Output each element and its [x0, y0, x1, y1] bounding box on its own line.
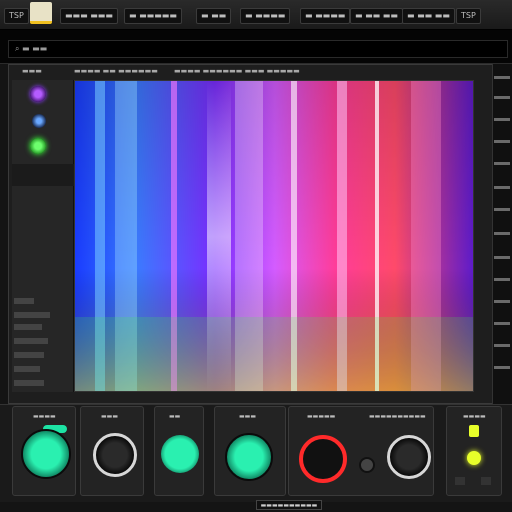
menu-item-3[interactable]: ▬ ▬▬	[196, 8, 232, 24]
status-label: ▬▬▬▬▬▬▬▬▬▬	[256, 500, 322, 510]
right-line	[494, 256, 510, 259]
volume-knob[interactable]	[387, 435, 431, 479]
small-knob[interactable]	[359, 457, 375, 473]
module-3-label: ▬▬	[169, 413, 181, 420]
module-6: ▬▬▬▬	[446, 406, 502, 496]
menu-item-0[interactable]: TSP	[4, 8, 29, 24]
toolbar: ▬▬▬ ▬▬▬▬ ▬▬ ▬▬▬▬▬▬ ▬▬▬▬ ▬▬▬▬▬▬ ▬▬▬ ▬▬▬▬▬	[14, 64, 494, 80]
small-switch[interactable]	[455, 477, 465, 485]
right-line	[494, 96, 510, 99]
menu-item-8[interactable]: TSP	[456, 8, 481, 24]
left-line	[14, 312, 50, 318]
right-line	[494, 300, 510, 303]
left-line	[14, 298, 34, 304]
right-line	[494, 118, 510, 121]
small-switch[interactable]	[481, 477, 491, 485]
left-line	[14, 366, 40, 372]
filter-knob-cyan[interactable]	[225, 433, 273, 481]
module-4: ▬▬▬	[214, 406, 286, 496]
right-line	[494, 366, 510, 369]
menu-item-5[interactable]: ▬ ▬▬▬▬	[300, 8, 351, 24]
right-line	[494, 278, 510, 281]
app-logo-icon[interactable]	[30, 2, 52, 24]
record-knob-red[interactable]	[299, 435, 347, 483]
right-line	[494, 208, 510, 211]
left-panel	[12, 80, 74, 392]
menu-item-4[interactable]: ▬ ▬▬▬▬	[240, 8, 291, 24]
right-line	[494, 322, 510, 325]
module-1-label: ▬▬▬▬	[33, 413, 56, 420]
spectrum-visualizer[interactable]	[74, 80, 474, 392]
menu-item-6[interactable]: ▬ ▬▬ ▬▬	[350, 8, 403, 24]
module-5: ▬▬▬▬▬ ▬▬▬▬▬▬▬▬▬▬	[288, 406, 434, 496]
module-4-label: ▬▬▬	[239, 413, 257, 420]
module-2-label: ▬▬▬	[101, 413, 119, 420]
module-1: ▬▬▬▬	[12, 406, 76, 496]
search-input[interactable]	[8, 40, 508, 58]
indicator-blue-icon[interactable]	[32, 114, 46, 128]
module-6-label: ▬▬▬▬	[463, 413, 486, 420]
right-line	[494, 232, 510, 235]
module-5-label: ▬▬▬▬▬	[307, 413, 336, 420]
power-knob-cyan[interactable]	[21, 429, 71, 479]
left-line	[14, 380, 44, 386]
indicator-green-icon[interactable]	[30, 138, 46, 154]
right-line	[494, 162, 510, 165]
right-line	[494, 186, 510, 189]
module-5b-label: ▬▬▬▬▬▬▬▬▬▬	[369, 413, 426, 420]
module-3: ▬▬	[154, 406, 204, 496]
menu-item-2[interactable]: ▬ ▬▬▬▬▬	[124, 8, 182, 24]
toolbar-label-0[interactable]: ▬▬▬	[22, 67, 42, 75]
left-line	[14, 324, 42, 330]
toolbar-label-2[interactable]: ▬▬▬▬ ▬▬▬▬▬▬ ▬▬▬ ▬▬▬▬▬	[174, 67, 300, 75]
yellow-led-icon	[467, 451, 481, 465]
visualizer-graphic	[75, 81, 473, 391]
right-line	[494, 76, 510, 79]
menubar: TSP ▬▬▬ ▬▬▬ ▬ ▬▬▬▬▬ ▬ ▬▬ ▬ ▬▬▬▬ ▬ ▬▬▬▬ ▬…	[0, 0, 512, 30]
left-line	[14, 352, 44, 358]
gain-knob[interactable]	[93, 433, 137, 477]
power-icon[interactable]	[469, 425, 479, 437]
menu-item-7[interactable]: ▬ ▬▬ ▬▬	[402, 8, 455, 24]
toolbar-label-1[interactable]: ▬▬▬▬ ▬▬ ▬▬▬▬▬▬	[74, 67, 158, 75]
right-line	[494, 344, 510, 347]
menu-item-1[interactable]: ▬▬▬ ▬▬▬	[60, 8, 118, 24]
module-2: ▬▬▬	[80, 406, 144, 496]
indicator-purple-icon[interactable]	[30, 86, 46, 102]
left-line	[14, 338, 48, 344]
level-knob-cyan[interactable]	[161, 435, 199, 473]
right-line	[494, 140, 510, 143]
left-divider	[12, 164, 74, 186]
